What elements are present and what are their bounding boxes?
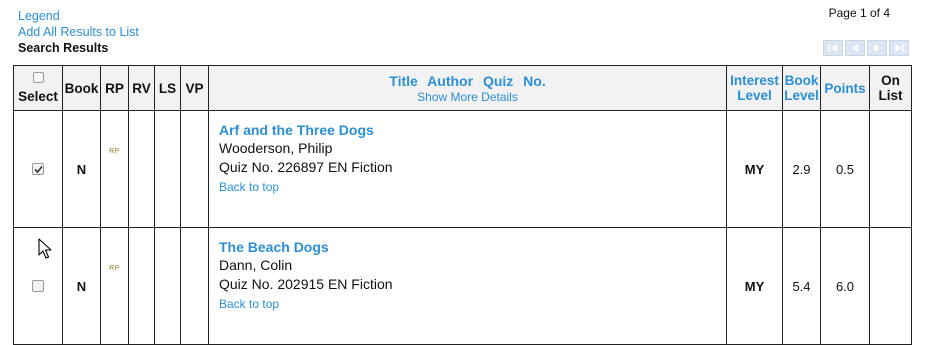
previous-page-button[interactable] — [845, 40, 865, 56]
title-author-quiz-header: Title Author Quiz No. Show More Details — [208, 65, 727, 111]
first-page-icon — [828, 44, 837, 52]
rv-column-header: RV — [128, 65, 155, 111]
rv-cell — [128, 110, 155, 228]
last-page-icon — [895, 44, 904, 52]
book-level-column-header[interactable]: Book Level — [782, 65, 821, 111]
next-page-icon — [874, 44, 880, 52]
legend-link[interactable]: Legend — [18, 8, 139, 24]
book-title-link[interactable]: Arf and the Three Dogs — [219, 121, 716, 139]
interest-level-column-header[interactable]: Interest Level — [726, 65, 783, 111]
vp-cell — [180, 227, 209, 345]
last-page-button[interactable] — [889, 40, 909, 56]
rp-cell: RP — [100, 110, 129, 228]
back-to-top-link[interactable]: Back to top — [219, 179, 716, 195]
select-column-header: Select — [13, 65, 63, 111]
rp-cell: RP — [100, 227, 129, 345]
on-list-cell — [869, 227, 912, 345]
search-results-table: Select Book RP RV LS VP Title Author Qui… — [13, 65, 912, 345]
rp-column-header: RP — [100, 65, 129, 111]
vp-cell — [180, 110, 209, 228]
book-cell: N — [62, 110, 101, 228]
on-list-column-header: On List — [869, 65, 912, 111]
interest-level-cell: MY — [726, 110, 783, 228]
points-column-header[interactable]: Points — [820, 65, 870, 111]
rp-badge-icon: RP — [109, 148, 120, 155]
book-level-cell: 2.9 — [782, 110, 821, 228]
book-author: Dann, Colin — [219, 257, 293, 273]
ls-cell — [154, 110, 181, 228]
rv-cell — [128, 227, 155, 345]
select-all-checkbox[interactable] — [32, 72, 44, 83]
search-results-heading: Search Results — [18, 41, 109, 55]
table-row: N RP The Beach Dogs Dann, Colin Quiz No.… — [13, 227, 912, 345]
row-select-checkbox[interactable] — [32, 280, 44, 292]
book-column-header: Book — [62, 65, 101, 111]
book-cell: N — [62, 227, 101, 345]
page-indicator: Page 1 of 4 — [828, 6, 890, 20]
checkmark-icon — [34, 165, 43, 174]
top-links: Legend Add All Results to List Search Re… — [18, 8, 139, 56]
select-cell — [13, 110, 63, 228]
quiz-number: Quiz No. 226897 EN Fiction — [219, 159, 393, 175]
show-more-details-link[interactable]: Show More Details — [209, 90, 726, 104]
title-author-quiz-sort-link[interactable]: Title Author Quiz No. — [209, 73, 726, 89]
previous-page-icon — [852, 44, 858, 52]
ls-column-header: LS — [154, 65, 181, 111]
book-author: Wooderson, Philip — [219, 140, 333, 156]
pagination-controls — [823, 40, 909, 56]
quiz-number: Quiz No. 202915 EN Fiction — [219, 276, 393, 292]
interest-level-cell: MY — [726, 227, 783, 345]
vp-column-header: VP — [180, 65, 209, 111]
on-list-cell — [869, 110, 912, 228]
table-header-row: Select Book RP RV LS VP Title Author Qui… — [13, 65, 912, 111]
first-page-button[interactable] — [823, 40, 843, 56]
mouse-pointer-icon — [38, 238, 52, 259]
points-cell: 6.0 — [820, 227, 870, 345]
next-page-button[interactable] — [867, 40, 887, 56]
book-level-cell: 5.4 — [782, 227, 821, 345]
row-select-checkbox[interactable] — [32, 163, 44, 175]
add-all-results-link[interactable]: Add All Results to List — [18, 24, 139, 40]
points-cell: 0.5 — [820, 110, 870, 228]
rp-badge-icon: RP — [109, 265, 120, 272]
book-title-link[interactable]: The Beach Dogs — [219, 238, 716, 256]
back-to-top-link[interactable]: Back to top — [219, 296, 716, 312]
title-info-cell: The Beach Dogs Dann, Colin Quiz No. 2029… — [208, 227, 727, 345]
title-info-cell: Arf and the Three Dogs Wooderson, Philip… — [208, 110, 727, 228]
table-row: N RP Arf and the Three Dogs Wooderson, P… — [13, 110, 912, 228]
ls-cell — [154, 227, 181, 345]
